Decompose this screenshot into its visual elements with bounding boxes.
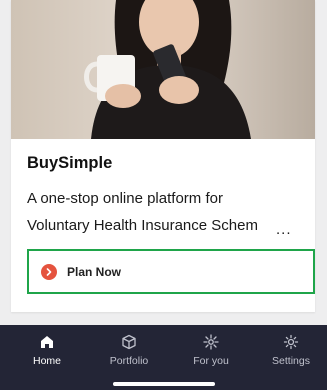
- home-indicator[interactable]: [113, 382, 215, 386]
- plan-now-label: Plan Now: [67, 264, 122, 279]
- bottom-tab-bar: Home Portfolio For you Settings: [0, 325, 327, 390]
- plan-now-button[interactable]: Plan Now: [27, 249, 315, 294]
- tab-home-label: Home: [32, 355, 61, 367]
- product-description-line: A one-stop online platform for: [27, 190, 223, 207]
- tab-portfolio-label: Portfolio: [109, 355, 149, 367]
- screen: BuySimple A one-stop online platform for…: [0, 0, 327, 390]
- tab-settings-label: Settings: [272, 355, 310, 367]
- tab-home[interactable]: Home: [12, 333, 82, 377]
- tab-for-you[interactable]: For you: [176, 333, 246, 377]
- tab-portfolio[interactable]: Portfolio: [94, 333, 164, 377]
- product-description-line: Voluntary Health Insurance Schem: [27, 217, 258, 234]
- gear-icon: [282, 333, 300, 351]
- sparkle-icon: [202, 333, 220, 351]
- cube-icon: [120, 333, 138, 351]
- hero-illustration: [11, 0, 315, 139]
- truncation-ellipsis: ...: [276, 221, 292, 238]
- chevron-right-icon: [41, 263, 57, 280]
- tab-for-you-label: For you: [193, 355, 229, 367]
- tab-settings[interactable]: Settings: [256, 333, 326, 377]
- home-icon: [38, 333, 56, 351]
- product-title: BuySimple: [27, 154, 113, 172]
- product-description: A one-stop online platform for Voluntary…: [27, 185, 287, 239]
- hero-image: [11, 0, 315, 139]
